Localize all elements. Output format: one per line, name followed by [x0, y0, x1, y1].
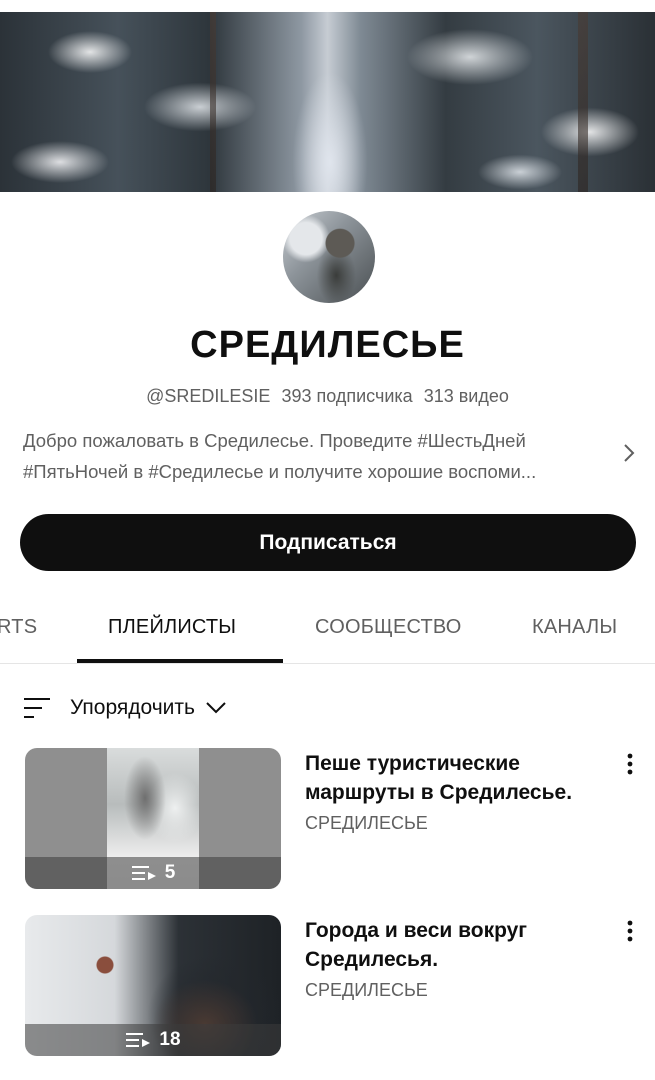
- channel-avatar[interactable]: [283, 211, 375, 303]
- playlist-thumbnail[interactable]: 18: [25, 915, 281, 1056]
- playlist-video-count: 5: [164, 862, 176, 883]
- playlist-owner: СРЕДИЛЕСЬЕ: [305, 813, 428, 833]
- chevron-right-icon[interactable]: [620, 442, 638, 464]
- tab-community[interactable]: СООБЩЕСТВО: [315, 616, 462, 639]
- description-line-2: #ПятьНочей в #Средилесье и получите хоро…: [23, 461, 537, 482]
- subscriber-count: 393 подписчика: [281, 386, 413, 406]
- description-line-1: Добро пожаловать в Средилесье. Проведите…: [23, 430, 526, 451]
- tab-channels[interactable]: КАНАЛЫ: [532, 616, 617, 639]
- playlist-title-line-1: Города и веси вокруг: [305, 919, 528, 942]
- channel-name: СРЕДИЛЕСЬЕ: [190, 324, 465, 366]
- active-tab-indicator: [77, 659, 283, 663]
- playlist-title[interactable]: Пеше туристические маршруты в Средилесье…: [305, 749, 615, 807]
- playlist-thumbnail[interactable]: 5: [25, 748, 281, 889]
- chevron-down-icon: [206, 702, 226, 714]
- channel-banner: [0, 12, 655, 192]
- more-vertical-icon[interactable]: [620, 919, 640, 945]
- more-vertical-icon[interactable]: [620, 752, 640, 778]
- channel-meta: @SREDILESIE 393 подписчика 313 видео: [0, 386, 655, 407]
- channel-description[interactable]: Добро пожаловать в Средилесье. Проведите…: [23, 425, 613, 487]
- sort-label: Упорядочить: [70, 696, 195, 719]
- playlist-count-badge: 5: [25, 857, 281, 889]
- playlist-title-line-2: Средилесья.: [305, 948, 439, 971]
- channel-handle: @SREDILESIE: [146, 386, 271, 406]
- tab-shorts[interactable]: RTS: [0, 616, 37, 639]
- playlist-icon: [131, 866, 156, 880]
- sort-control[interactable]: Упорядочить: [22, 693, 227, 723]
- video-count: 313 видео: [423, 386, 509, 406]
- playlist-title[interactable]: Города и веси вокруг Средилесья.: [305, 916, 615, 974]
- playlist-title-line-1: Пеше туристические: [305, 752, 520, 775]
- playlist-owner: СРЕДИЛЕСЬЕ: [305, 980, 428, 1000]
- playlist-icon: [126, 1033, 151, 1047]
- channel-tabs: RTS ПЛЕЙЛИСТЫ СООБЩЕСТВО КАНАЛЫ: [0, 600, 655, 664]
- channel-page: СРЕДИЛЕСЬЕ @SREDILESIE 393 подписчика 31…: [0, 0, 655, 1080]
- tab-playlists[interactable]: ПЛЕЙЛИСТЫ: [108, 616, 236, 639]
- playlist-title-line-2: маршруты в Средилесье.: [305, 781, 573, 804]
- sort-lines-icon: [24, 698, 50, 718]
- subscribe-button[interactable]: Подписаться: [20, 514, 636, 571]
- playlist-count-badge: 18: [25, 1024, 281, 1056]
- playlist-video-count: 18: [159, 1029, 181, 1050]
